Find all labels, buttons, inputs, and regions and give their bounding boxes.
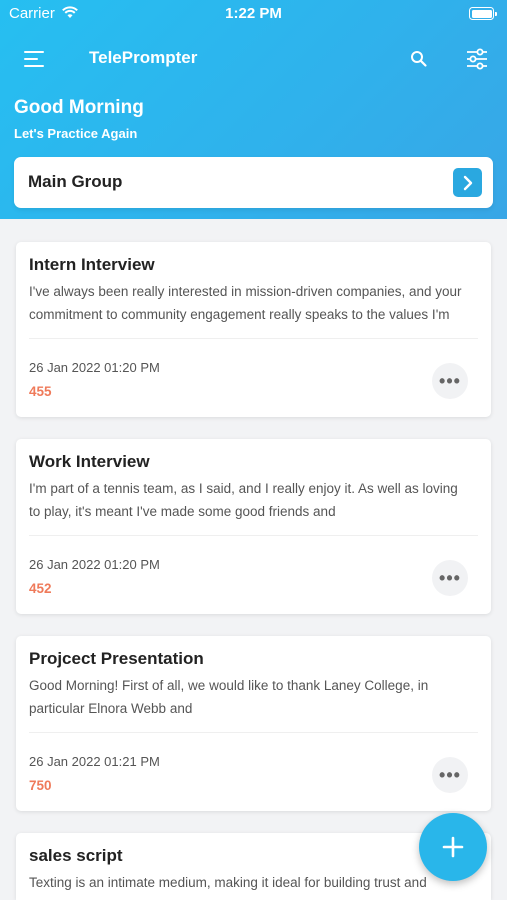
script-date: 26 Jan 2022 01:20 PM	[29, 557, 160, 572]
subgreeting: Let's Practice Again	[14, 126, 138, 141]
plus-icon	[442, 836, 464, 858]
more-options-button[interactable]: •••	[432, 757, 468, 793]
script-preview: I've always been really interested in mi…	[29, 284, 462, 322]
group-label: Main Group	[28, 172, 123, 191]
script-word-count: 750	[29, 778, 52, 793]
more-options-button[interactable]: •••	[432, 363, 468, 399]
chevron-right-icon[interactable]	[453, 168, 482, 197]
battery-icon	[469, 7, 497, 20]
script-title: sales script	[29, 846, 123, 865]
script-date: 26 Jan 2022 01:20 PM	[29, 360, 160, 375]
script-card[interactable]: Projcect Presentation Good Morning! Firs…	[16, 636, 491, 811]
search-icon[interactable]	[410, 50, 428, 68]
script-preview: Texting is an intimate medium, making it…	[29, 875, 427, 890]
divider	[29, 535, 478, 536]
script-word-count: 452	[29, 581, 52, 596]
script-title: Projcect Presentation	[29, 649, 204, 668]
script-word-count: 455	[29, 384, 52, 399]
script-date: 26 Jan 2022 01:21 PM	[29, 754, 160, 769]
script-preview: Good Morning! First of all, we would lik…	[29, 678, 429, 716]
script-card[interactable]: Work Interview I'm part of a tennis team…	[16, 439, 491, 614]
more-options-button[interactable]: •••	[432, 560, 468, 596]
script-card[interactable]: Intern Interview I've always been really…	[16, 242, 491, 417]
app-title: TelePrompter	[89, 48, 198, 67]
header: Carrier 1:22 PM TelePrompter Good Mornin…	[0, 0, 507, 219]
filter-icon[interactable]	[466, 48, 488, 70]
add-script-button[interactable]	[419, 813, 487, 881]
script-title: Work Interview	[29, 452, 150, 471]
script-preview: I'm part of a tennis team, as I said, an…	[29, 481, 458, 519]
greeting: Good Morning	[14, 97, 144, 118]
divider	[29, 732, 478, 733]
script-title: Intern Interview	[29, 255, 155, 274]
status-bar: Carrier 1:22 PM	[0, 0, 507, 28]
divider	[29, 338, 478, 339]
status-time: 1:22 PM	[225, 5, 282, 22]
menu-icon[interactable]	[24, 50, 46, 68]
group-selector[interactable]: Main Group	[14, 157, 493, 208]
